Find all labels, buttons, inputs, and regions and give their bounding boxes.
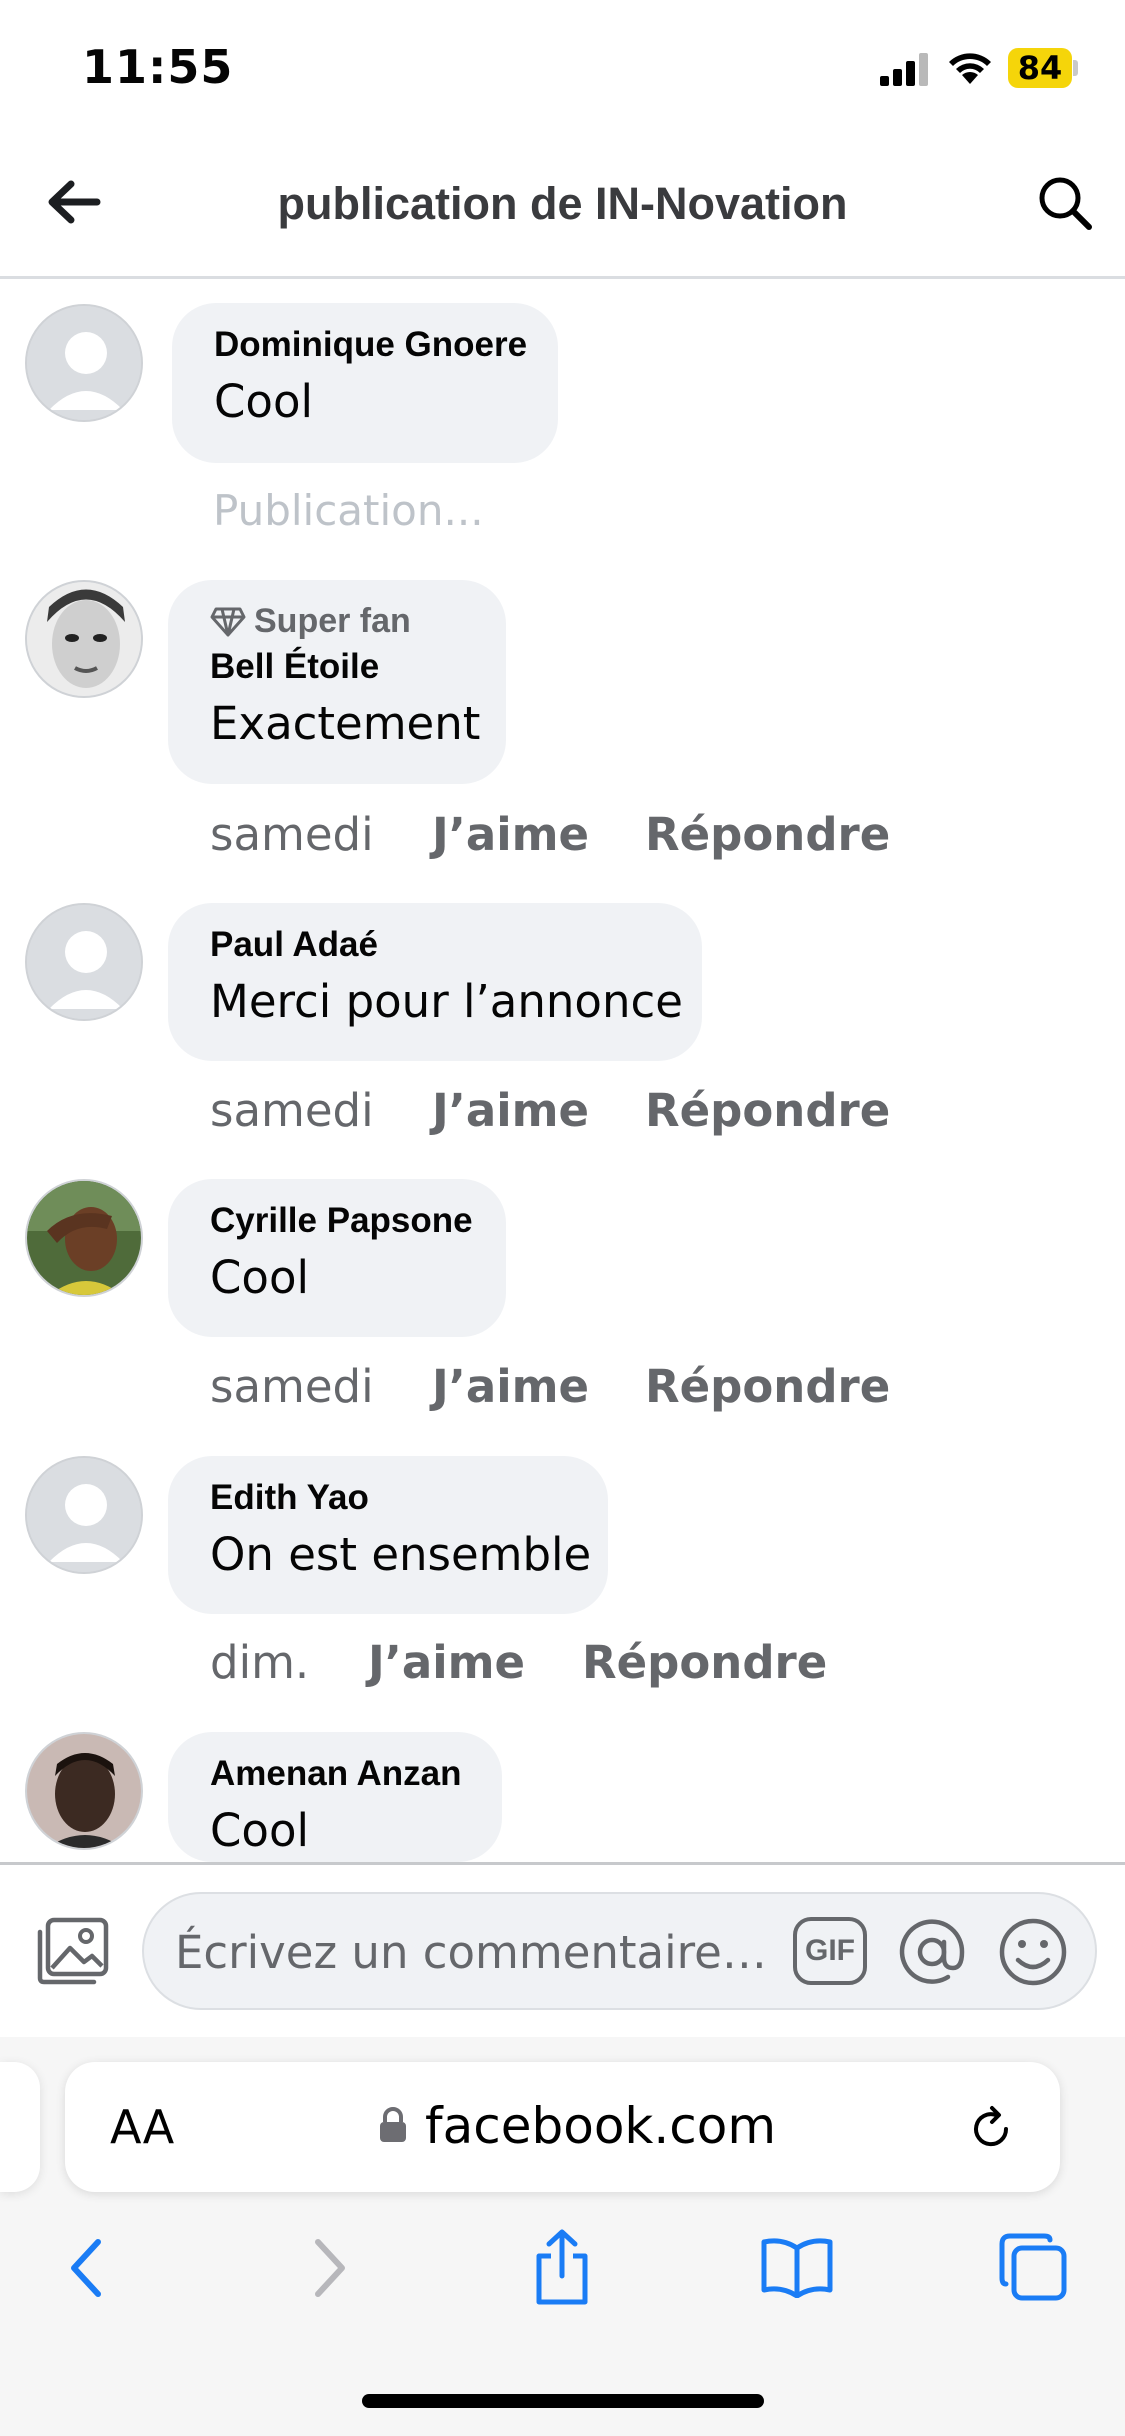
comment-bubble[interactable]: Cyrille Papsone Cool [168,1179,506,1337]
avatar[interactable] [25,903,143,1021]
previous-tab-preview[interactable] [0,2062,40,2192]
comment-text: Merci pour l’annonce [210,975,683,1028]
mention-icon[interactable] [896,1916,968,1988]
comment-author[interactable]: Cyrille Papsone [210,1201,473,1241]
photo-icon[interactable] [36,1916,110,1986]
browser-forward-icon[interactable] [310,2236,350,2300]
avatar[interactable] [25,580,143,698]
comment-author[interactable]: Dominique Gnoere [214,325,527,365]
avatar[interactable] [25,1732,143,1850]
page-title: publication de IN-Novation [277,178,848,229]
comment-text: Cool [210,1804,309,1857]
bookmarks-icon[interactable] [760,2236,834,2298]
reload-icon[interactable] [966,2104,1016,2154]
like-button[interactable]: J’aime [432,808,589,861]
super-fan-badge: Super fan [210,602,466,641]
battery-tip [1073,60,1078,76]
comment-text: Cool [210,1251,309,1304]
like-button[interactable]: J’aime [432,1360,589,1413]
posting-status: Publication... [213,486,484,535]
wifi-icon [947,50,993,86]
comment-author[interactable]: Amenan Anzan [210,1754,462,1794]
home-indicator [362,2394,764,2408]
lock-icon [378,2106,408,2144]
reply-button[interactable]: Répondre [645,1360,890,1413]
diamond-icon [210,607,246,637]
like-button[interactable]: J’aime [432,1084,589,1137]
cellular-signal-icon [880,52,932,86]
comment-author[interactable]: Edith Yao [210,1478,568,1518]
gif-button[interactable]: GIF [793,1917,867,1985]
like-button[interactable]: J’aime [368,1636,525,1689]
reply-button[interactable]: Répondre [582,1636,827,1689]
comment-bubble[interactable]: Paul Adaé Merci pour l’annonce [168,903,702,1061]
search-icon[interactable] [1036,174,1094,232]
comment-bubble[interactable]: Amenan Anzan Cool [168,1732,502,1862]
emoji-icon[interactable] [997,1916,1069,1988]
back-arrow-icon[interactable] [45,178,101,226]
avatar[interactable] [25,1179,143,1297]
battery-indicator: 84 [1008,48,1072,88]
reply-button[interactable]: Répondre [645,808,890,861]
share-icon[interactable] [531,2228,593,2306]
comment-bubble[interactable]: Dominique Gnoere Cool [172,303,558,463]
comment-text: Exactement [210,697,481,750]
text-size-button[interactable]: AA [110,2100,174,2154]
comment-bubble[interactable]: Super fan Bell Étoile Exactement [168,580,506,784]
comment-timestamp[interactable]: dim. [210,1636,309,1689]
tabs-icon[interactable] [998,2232,1068,2302]
avatar[interactable] [25,1456,143,1574]
comment-timestamp[interactable]: samedi [210,1084,374,1137]
comment-author[interactable]: Paul Adaé [210,925,662,965]
comment-text: Cool [214,375,313,428]
comment-text: On est ensemble [210,1528,592,1581]
url-domain[interactable]: facebook.com [425,2097,776,2155]
comment-author[interactable]: Bell Étoile [210,647,466,687]
browser-back-icon[interactable] [66,2236,106,2300]
status-time: 11:55 [82,40,234,94]
comment-timestamp[interactable]: samedi [210,1360,374,1413]
comment-timestamp[interactable]: samedi [210,808,374,861]
reply-button[interactable]: Répondre [645,1084,890,1137]
avatar[interactable] [25,304,143,422]
comment-input-placeholder: Écrivez un commentaire… [175,1926,767,1979]
comment-bubble[interactable]: Edith Yao On est ensemble [168,1456,608,1614]
